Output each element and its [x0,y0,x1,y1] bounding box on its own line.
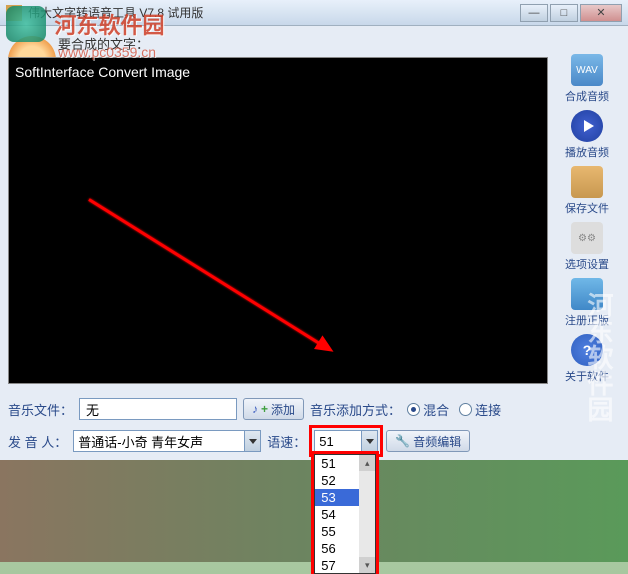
play-icon [571,110,603,142]
wav-icon: WAV [571,54,603,86]
wrench-icon: 🔧 [395,434,410,448]
plus-icon: + [261,402,268,416]
audio-edit-button[interactable]: 🔧 音频编辑 [386,430,470,452]
minimize-button[interactable]: — [520,4,548,22]
window-title: 伟大文字转语音工具 V7.8 试用版 [28,4,520,21]
save-file-button[interactable]: 保存文件 [557,166,617,216]
voice-row: 发 音 人： 普通话-小奇 青年女声 语速： 51 51 52 53 54 [8,428,620,454]
maximize-button[interactable]: □ [550,4,578,22]
speed-label: 语速： [267,432,306,451]
speed-highlight-box: 51 51 52 53 54 55 56 57 ▴ [312,428,380,454]
dropdown-scrollbar[interactable]: ▴ ▾ [359,455,375,573]
annotation-arrow [88,198,327,349]
main-window: 伟大文字转语音工具 V7.8 试用版 — □ ✕ 要合成的文字： SoftInt… [0,0,628,460]
watermark-right: 河东软件园 [581,292,618,422]
close-button[interactable]: ✕ [580,4,622,22]
text-input-label: 要合成的文字： [58,34,149,53]
radio-dot-selected [407,403,420,416]
radio-dot [459,403,472,416]
music-note-icon: ♪ [252,402,258,416]
voice-select[interactable]: 普通话-小奇 青年女声 [73,430,261,452]
save-icon [571,166,603,198]
speed-dropdown: 51 52 53 54 55 56 57 ▴ ▾ [314,454,376,574]
chevron-down-icon [244,431,260,451]
play-audio-button[interactable]: 播放音频 [557,110,617,160]
titlebar: 伟大文字转语音工具 V7.8 试用版 — □ ✕ [0,0,628,26]
app-icon [6,5,22,21]
music-file-input[interactable] [79,398,237,420]
text-input-area[interactable]: SoftInterface Convert Image [8,57,548,384]
gear-icon: ⚙⚙ [571,222,603,254]
mix-radio[interactable]: 混合 [407,400,449,419]
scroll-down-arrow[interactable]: ▾ [359,557,375,573]
options-button[interactable]: ⚙⚙ 选项设置 [557,222,617,272]
music-file-label: 音乐文件： [8,400,73,419]
chevron-down-icon [361,431,377,451]
music-mode-label: 音乐添加方式： [310,400,401,419]
speed-select[interactable]: 51 [314,430,378,452]
scroll-up-arrow[interactable]: ▴ [359,455,375,471]
concat-radio[interactable]: 连接 [459,400,501,419]
music-row: 音乐文件： ♪ + 添加 音乐添加方式： 混合 连接 [8,398,620,420]
add-music-button[interactable]: ♪ + 添加 [243,398,304,420]
voice-label: 发 音 人： [8,432,67,451]
text-content: SoftInterface Convert Image [15,64,190,80]
synthesize-audio-button[interactable]: WAV 合成音频 [557,54,617,104]
